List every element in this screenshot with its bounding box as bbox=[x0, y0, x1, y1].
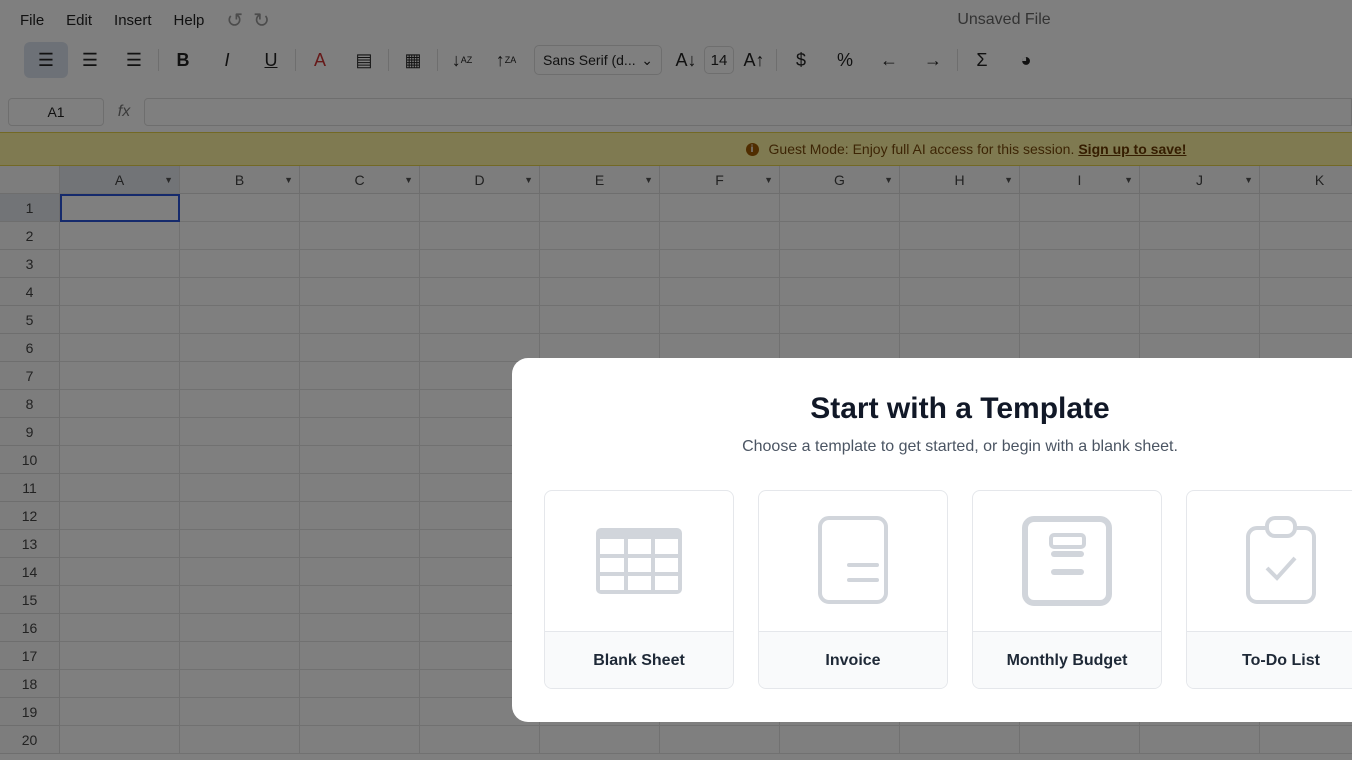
modal-subtitle: Choose a template to get started, or beg… bbox=[742, 438, 1178, 455]
template-modal: Start with a Template Choose a template … bbox=[512, 358, 1352, 722]
template-to-do-list[interactable]: To-Do List bbox=[1186, 490, 1352, 689]
document-icon bbox=[818, 516, 888, 604]
template-invoice[interactable]: Invoice bbox=[758, 490, 948, 689]
budget-icon bbox=[1022, 516, 1112, 606]
template-blank-sheet[interactable]: Blank Sheet bbox=[544, 490, 734, 689]
template-label: Monthly Budget bbox=[973, 632, 1161, 688]
clipboard-check-icon bbox=[1246, 516, 1316, 604]
template-label: To-Do List bbox=[1187, 632, 1352, 688]
table-icon bbox=[596, 528, 682, 594]
template-monthly-budget[interactable]: Monthly Budget bbox=[972, 490, 1162, 689]
template-label: Invoice bbox=[759, 632, 947, 688]
template-label: Blank Sheet bbox=[545, 632, 733, 688]
modal-title: Start with a Template bbox=[810, 392, 1110, 425]
